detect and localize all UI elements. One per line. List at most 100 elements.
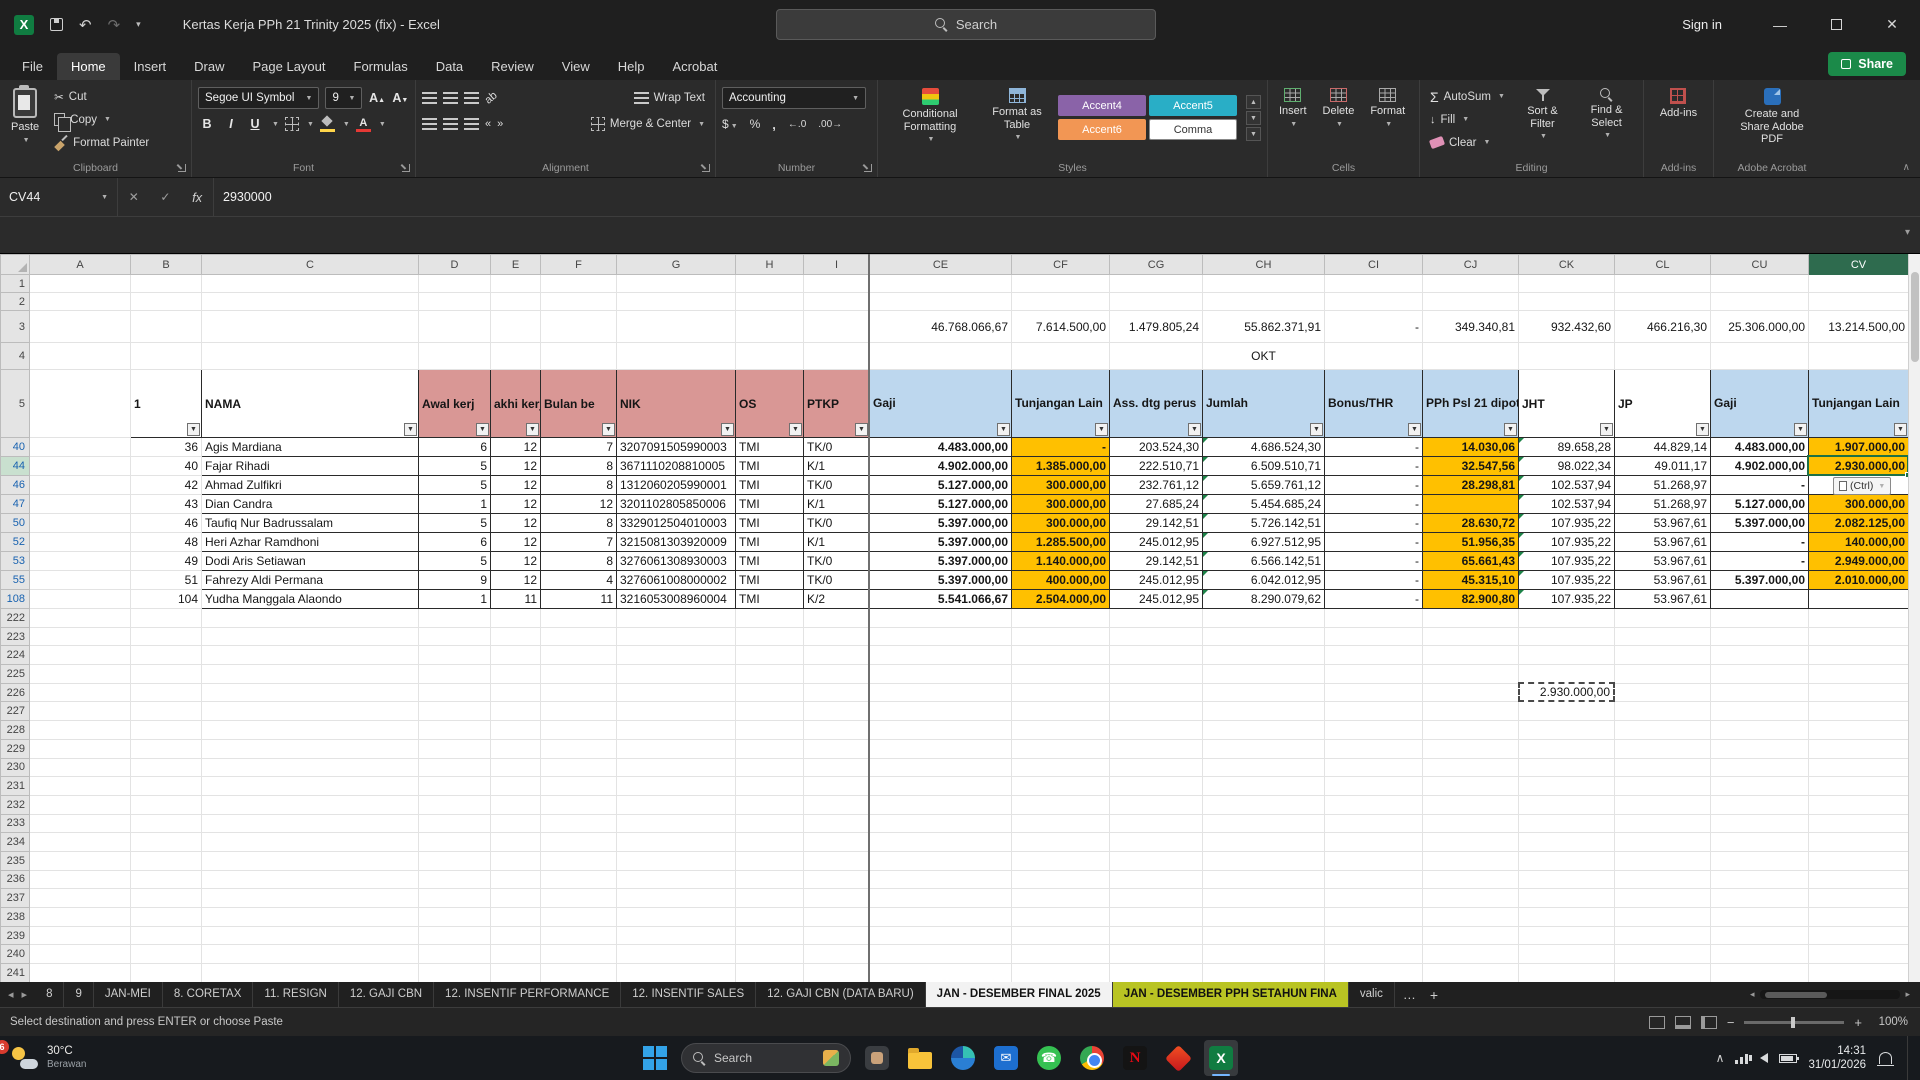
ribbon-tab-page-layout[interactable]: Page Layout [239, 53, 340, 80]
cell-CI55[interactable]: - [1325, 571, 1423, 590]
cell-C226[interactable] [202, 683, 419, 702]
cell-H234[interactable] [736, 833, 804, 852]
cell-CV230[interactable] [1809, 758, 1909, 777]
cell-CU108[interactable] [1711, 590, 1809, 609]
cell-CG234[interactable] [1110, 833, 1203, 852]
clipboard-dialog-launcher[interactable] [178, 164, 186, 172]
cell-A234[interactable] [30, 833, 131, 852]
cell-CV233[interactable] [1809, 814, 1909, 833]
cell-CI46[interactable]: - [1325, 476, 1423, 495]
cell-C231[interactable] [202, 777, 419, 796]
cell-I231[interactable] [804, 777, 870, 796]
cell-CG108[interactable]: 245.012,95 [1110, 590, 1203, 609]
cell-D227[interactable] [419, 702, 491, 721]
cell-E40[interactable]: 12 [491, 438, 541, 457]
cell-F228[interactable] [541, 721, 617, 740]
cell-CV236[interactable] [1809, 870, 1909, 889]
cell-F235[interactable] [541, 851, 617, 870]
row-header-228[interactable]: 228 [1, 721, 30, 740]
cell-E225[interactable] [491, 665, 541, 684]
ribbon-tab-home[interactable]: Home [57, 53, 120, 80]
cell-CV2[interactable] [1809, 293, 1909, 311]
cell-CE234[interactable] [870, 833, 1012, 852]
cell-CK233[interactable] [1519, 814, 1615, 833]
cell-CI3[interactable]: - [1325, 311, 1423, 343]
cell-C230[interactable] [202, 758, 419, 777]
cell-CF47[interactable]: 300.000,00 [1012, 495, 1110, 514]
cell-H3[interactable] [736, 311, 804, 343]
cell-G1[interactable] [617, 275, 736, 293]
cell-CH222[interactable] [1203, 609, 1325, 628]
cell-CG237[interactable] [1110, 889, 1203, 908]
select-all-corner[interactable] [1, 255, 30, 275]
cell-D238[interactable] [419, 908, 491, 927]
cell-CE231[interactable] [870, 777, 1012, 796]
cell-B5[interactable]: 1▼ [131, 370, 202, 438]
cell-CG226[interactable] [1110, 683, 1203, 702]
column-header-CE[interactable]: CE [870, 255, 1012, 275]
cell-CE2[interactable] [870, 293, 1012, 311]
cell-CI240[interactable] [1325, 945, 1423, 964]
cell-A40[interactable] [30, 438, 131, 457]
cell-F2[interactable] [541, 293, 617, 311]
column-header-CU[interactable]: CU [1711, 255, 1809, 275]
filter-button-I[interactable]: ▼ [855, 423, 868, 436]
cell-CH241[interactable] [1203, 964, 1325, 982]
cell-CJ47[interactable] [1423, 495, 1519, 514]
cell-CU50[interactable]: 5.397.000,00 [1711, 514, 1809, 533]
cell-A225[interactable] [30, 665, 131, 684]
paste-dropdown-icon[interactable]: ▼ [23, 137, 30, 145]
column-header-A[interactable]: A [30, 255, 131, 275]
cell-E50[interactable]: 12 [491, 514, 541, 533]
cell-CK234[interactable] [1519, 833, 1615, 852]
cell-CL52[interactable]: 53.967,61 [1615, 533, 1711, 552]
cell-CU44[interactable]: 4.902.000,00 [1711, 457, 1809, 476]
cell-D224[interactable] [419, 646, 491, 665]
vertical-scrollbar-thumb[interactable] [1911, 272, 1919, 362]
cell-H224[interactable] [736, 646, 804, 665]
filter-button-CK[interactable]: ▼ [1600, 423, 1613, 436]
cell-CV222[interactable] [1809, 609, 1909, 628]
cell-D233[interactable] [419, 814, 491, 833]
cell-CH55[interactable]: 6.042.012,95 [1203, 571, 1325, 590]
cell-B47[interactable]: 43 [131, 495, 202, 514]
cell-G236[interactable] [617, 870, 736, 889]
cell-CF46[interactable]: 300.000,00 [1012, 476, 1110, 495]
formula-bar-expand-icon[interactable]: ▾ [1905, 227, 1910, 238]
cell-CF227[interactable] [1012, 702, 1110, 721]
cell-CV238[interactable] [1809, 908, 1909, 927]
increase-indent-button[interactable]: » [497, 118, 503, 130]
cell-CU232[interactable] [1711, 795, 1809, 814]
cell-CU238[interactable] [1711, 908, 1809, 927]
cell-I2[interactable] [804, 293, 870, 311]
cell-CK237[interactable] [1519, 889, 1615, 908]
cell-CU223[interactable] [1711, 627, 1809, 646]
cell-A229[interactable] [30, 739, 131, 758]
minimize-button[interactable]: — [1752, 0, 1808, 49]
cell-F3[interactable] [541, 311, 617, 343]
cell-CK108[interactable]: 107.935,22 [1519, 590, 1615, 609]
cell-F47[interactable]: 12 [541, 495, 617, 514]
column-header-I[interactable]: I [804, 255, 870, 275]
cell-I40[interactable]: TK/0 [804, 438, 870, 457]
filter-button-C[interactable]: ▼ [404, 423, 417, 436]
align-middle-button[interactable] [443, 92, 458, 104]
cell-CJ226[interactable] [1423, 683, 1519, 702]
cell-CF233[interactable] [1012, 814, 1110, 833]
cell-B223[interactable] [131, 627, 202, 646]
cell-A235[interactable] [30, 851, 131, 870]
close-button[interactable]: ✕ [1864, 0, 1920, 49]
cell-CI235[interactable] [1325, 851, 1423, 870]
row-header-5[interactable]: 5 [1, 370, 30, 438]
cell-B226[interactable] [131, 683, 202, 702]
grow-font-button[interactable]: A▲ [368, 91, 385, 105]
cell-A240[interactable] [30, 945, 131, 964]
cell-F241[interactable] [541, 964, 617, 982]
cell-CJ222[interactable] [1423, 609, 1519, 628]
cell-G47[interactable]: 3201102805850006 [617, 495, 736, 514]
cell-F4[interactable] [541, 343, 617, 370]
cell-CJ235[interactable] [1423, 851, 1519, 870]
cell-CF241[interactable] [1012, 964, 1110, 982]
taskbar-excel[interactable]: X [1204, 1040, 1238, 1076]
cell-A3[interactable] [30, 311, 131, 343]
